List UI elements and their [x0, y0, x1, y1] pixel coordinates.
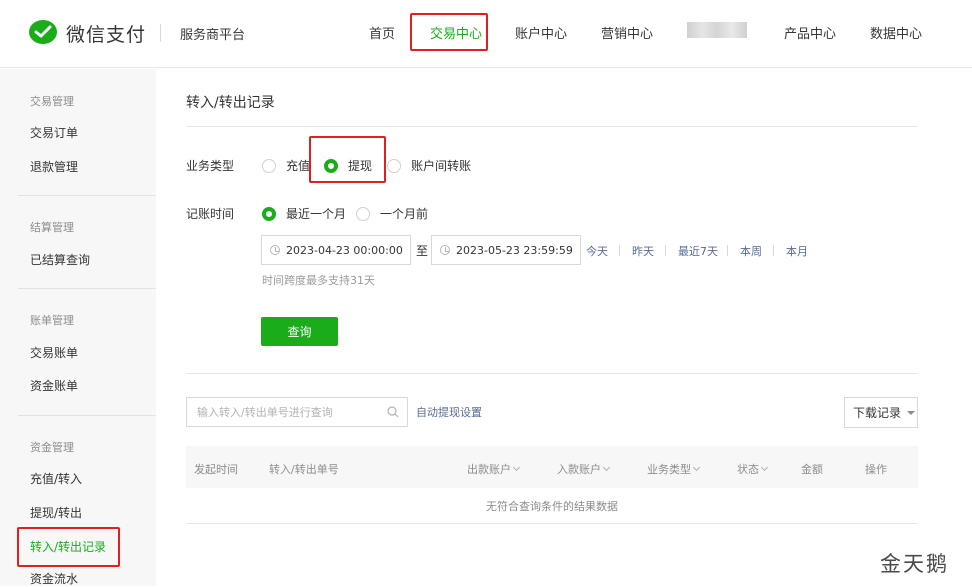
- download-records-button[interactable]: 下载记录: [844, 397, 918, 428]
- sidebar-item-recharge[interactable]: 充值/转入: [30, 470, 82, 487]
- business-type-label: 业务类型: [186, 159, 235, 173]
- nav-home[interactable]: 首页: [369, 23, 395, 42]
- sidebar-divider: [18, 415, 156, 416]
- nav-blurred-item[interactable]: [687, 22, 747, 38]
- col-header-amount: 金额: [801, 463, 823, 476]
- radio-label: 一个月前: [380, 207, 429, 221]
- sidebar-item-settled[interactable]: 已结算查询: [30, 251, 90, 268]
- radio-circle-off[interactable]: [356, 206, 370, 221]
- date-start-input[interactable]: 2023-04-23 00:00:00: [261, 235, 411, 265]
- sidebar-group-title: 账单管理: [30, 314, 74, 327]
- radio-last-month[interactable]: 最近一个月: [262, 205, 346, 222]
- sidebar-group-title: 交易管理: [30, 95, 74, 108]
- wechat-pay-logo[interactable]: 微信支付: [28, 18, 146, 48]
- sidebar-divider: [18, 195, 156, 196]
- quick-range-separator: [619, 245, 620, 256]
- quick-range-7days[interactable]: 最近7天: [678, 243, 718, 259]
- quick-range-today[interactable]: 今天: [586, 243, 608, 259]
- sidebar-item-fund-flow[interactable]: 资金流水: [30, 570, 78, 587]
- highlight-box-sidebar: [17, 527, 120, 567]
- date-end-input[interactable]: 2023-05-23 23:59:59: [431, 235, 581, 265]
- nav-account-center[interactable]: 账户中心: [515, 23, 567, 42]
- col-header-business-type[interactable]: 业务类型: [647, 461, 701, 477]
- quick-range-this-month[interactable]: 本月: [786, 243, 808, 259]
- search-icon[interactable]: [387, 406, 399, 418]
- sidebar-group-title: 结算管理: [30, 221, 74, 234]
- sidebar-divider: [18, 288, 156, 289]
- table-header: 发起时间 转入/转出单号 出款账户 入款账户 业务类型 状态 金额 操作: [186, 446, 918, 488]
- clock-icon: [270, 245, 280, 255]
- chevron-down-icon: [602, 463, 611, 472]
- quick-range-separator: [727, 245, 728, 256]
- quick-range-separator: [773, 245, 774, 256]
- col-header-order-no: 转入/转出单号: [269, 463, 339, 476]
- sidebar: 交易管理 交易订单 退款管理 结算管理 已结算查询 账单管理 交易账单 资金账单…: [0, 69, 156, 586]
- date-start-value: 2023-04-23 00:00:00: [286, 243, 403, 257]
- record-time-label: 记账时间: [186, 207, 235, 221]
- radio-label: 最近一个月: [286, 207, 347, 221]
- caret-down-icon: [907, 410, 916, 415]
- wechat-pay-logo-icon: [29, 20, 57, 44]
- radio-label: 充值: [286, 159, 311, 173]
- empty-result-row: 无符合查询条件的结果数据: [186, 488, 918, 524]
- time-span-hint: 时间跨度最多支持31天: [262, 274, 375, 287]
- col-header-status[interactable]: 状态: [737, 461, 769, 477]
- date-range-separator: 至: [416, 244, 429, 258]
- download-label: 下载记录: [853, 406, 902, 420]
- radio-month-ago[interactable]: 一个月前: [356, 205, 428, 222]
- radio-account-transfer[interactable]: 账户间转账: [387, 157, 471, 174]
- chevron-down-icon: [760, 463, 769, 472]
- col-header-initiated-time: 发起时间: [194, 463, 238, 476]
- watermark-text: 金天鹅: [880, 552, 949, 576]
- highlight-box-withdraw: [309, 136, 386, 183]
- quick-range-this-week[interactable]: 本周: [740, 243, 762, 259]
- page-title: 转入/转出记录: [186, 95, 275, 111]
- sidebar-group-title: 资金管理: [30, 441, 74, 454]
- sidebar-item-refund[interactable]: 退款管理: [30, 158, 78, 175]
- radio-circle-on[interactable]: [262, 206, 276, 221]
- clock-icon: [440, 245, 450, 255]
- radio-circle-off[interactable]: [262, 158, 276, 173]
- sidebar-item-fund-bill[interactable]: 资金账单: [30, 377, 78, 394]
- logo-divider: [160, 24, 161, 42]
- col-header-action: 操作: [865, 463, 887, 476]
- platform-name: 服务商平台: [180, 28, 246, 43]
- sidebar-item-trade-bill[interactable]: 交易账单: [30, 344, 78, 361]
- sidebar-item-trade-orders[interactable]: 交易订单: [30, 124, 78, 141]
- chevron-down-icon: [692, 463, 701, 472]
- highlight-box-nav: [410, 13, 488, 51]
- date-end-value: 2023-05-23 23:59:59: [456, 243, 573, 257]
- section-divider: [186, 373, 918, 374]
- auto-withdraw-settings-link[interactable]: 自动提现设置: [416, 404, 482, 420]
- title-divider: [186, 126, 918, 127]
- query-button[interactable]: 查询: [261, 317, 338, 346]
- nav-data-center[interactable]: 数据中心: [870, 23, 922, 42]
- order-search-box[interactable]: [186, 397, 408, 427]
- radio-label: 账户间转账: [411, 159, 472, 173]
- logo-text: 微信支付: [66, 23, 147, 46]
- radio-circle-off[interactable]: [387, 158, 401, 173]
- col-header-payer-account[interactable]: 出款账户: [467, 461, 521, 477]
- quick-range-separator: [665, 245, 666, 256]
- chevron-down-icon: [512, 463, 521, 472]
- empty-result-text: 无符合查询条件的结果数据: [486, 499, 618, 513]
- sidebar-item-withdraw[interactable]: 提现/转出: [30, 504, 82, 521]
- nav-marketing-center[interactable]: 营销中心: [601, 23, 653, 42]
- order-search-input[interactable]: [197, 404, 377, 420]
- nav-product-center[interactable]: 产品中心: [784, 23, 836, 42]
- quick-range-yesterday[interactable]: 昨天: [632, 243, 654, 259]
- col-header-payee-account[interactable]: 入款账户: [557, 461, 611, 477]
- radio-recharge[interactable]: 充值: [262, 157, 310, 174]
